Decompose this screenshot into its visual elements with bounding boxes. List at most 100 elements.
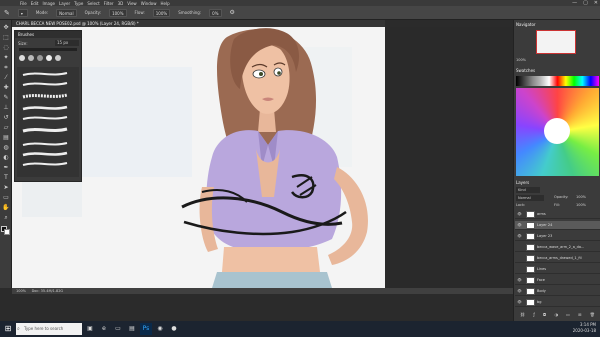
crop-tool-icon[interactable]: ⌗ [2, 64, 10, 72]
layer-row[interactable]: 👁 Body [515, 287, 600, 296]
layer-row[interactable]: 👁 Layer 23 [515, 232, 600, 241]
background-color-swatch[interactable] [4, 229, 10, 235]
visibility-eye-icon[interactable]: 👁 [517, 298, 522, 307]
menu-edit[interactable]: Edit [31, 1, 39, 6]
flow-input[interactable]: 100% [152, 8, 171, 17]
zoom-tool-icon[interactable]: ⌕ [2, 214, 10, 222]
new-layer-icon[interactable]: ⊞ [578, 312, 581, 319]
menu-image[interactable]: Image [42, 1, 55, 6]
file-explorer-icon[interactable]: ▭ [112, 323, 124, 335]
path-select-icon[interactable]: ➤ [2, 184, 10, 192]
marquee-tool-icon[interactable]: ⬚ [2, 34, 10, 42]
menu-layer[interactable]: Layer [59, 1, 70, 6]
photoshop-taskbar-icon[interactable]: Ps [140, 323, 152, 335]
menu-help[interactable]: Help [160, 1, 169, 6]
recent-brush-thumb[interactable] [28, 55, 34, 61]
store-icon[interactable]: ▤ [126, 323, 138, 335]
layers-title[interactable]: Layers [516, 180, 529, 186]
mask-icon[interactable]: ◘ [543, 312, 546, 319]
layer-row[interactable]: 👁 arms [515, 210, 600, 219]
hand-tool-icon[interactable]: ✋ [2, 204, 10, 212]
magic-wand-icon[interactable]: ✦ [2, 54, 10, 62]
navigator-preview[interactable] [536, 30, 576, 54]
layer-thumbnail[interactable] [526, 244, 535, 251]
swatches-grid[interactable] [516, 88, 599, 176]
menu-filter[interactable]: Filter [104, 1, 114, 6]
fx-icon[interactable]: ƒ [533, 312, 534, 319]
layer-filter-kind[interactable]: Kind [516, 187, 540, 193]
eyedropper-icon[interactable]: ⁄ [2, 74, 10, 82]
recent-brush-thumb[interactable] [19, 55, 25, 61]
link-layers-icon[interactable]: ⛓ [520, 312, 525, 319]
chrome-icon[interactable]: ◉ [154, 323, 166, 335]
gradient-tool-icon[interactable]: ▤ [2, 134, 10, 142]
layer-thumbnail[interactable] [526, 277, 535, 284]
visibility-eye-icon[interactable]: 👁 [517, 210, 522, 219]
layer-thumbnail[interactable] [526, 266, 535, 273]
layer-row[interactable]: becca_wave_arm_2_a_da... [515, 243, 600, 252]
layer-name[interactable]: Lines [537, 265, 546, 274]
recent-brush-thumb[interactable] [37, 55, 43, 61]
visibility-eye-icon[interactable]: 👁 [517, 221, 522, 230]
document-tab[interactable]: CHARL BECCA NEW POSE02.psd @ 100% (Layer… [12, 20, 385, 27]
swatches-row[interactable] [516, 76, 599, 86]
layer-row[interactable]: 👁 Layer 24 [515, 221, 600, 230]
menu-window[interactable]: Window [141, 1, 157, 6]
healing-brush-icon[interactable]: ✚ [2, 84, 10, 92]
opacity-input[interactable]: 100% [109, 8, 127, 17]
menu-select[interactable]: Select [87, 1, 99, 6]
adjustment-icon[interactable]: ◑ [554, 312, 558, 319]
navigator-title[interactable]: Navigator [516, 22, 536, 28]
obs-icon[interactable]: ● [168, 323, 180, 335]
visibility-eye-icon[interactable]: 👁 [517, 276, 522, 285]
layer-thumbnail[interactable] [526, 255, 535, 262]
layer-name[interactable]: Face [537, 276, 545, 285]
layer-blend-mode[interactable]: Normal [516, 195, 544, 201]
settings-gear-icon[interactable]: ⚙ [230, 9, 235, 16]
layer-fill-input[interactable]: 100% [576, 203, 586, 207]
layer-row[interactable]: becca_arms_drawed_1_fil [515, 254, 600, 263]
brush-size-slider[interactable] [19, 48, 77, 51]
layer-name[interactable]: Layer 24 [537, 221, 552, 230]
navigator-zoom[interactable]: 100% [516, 58, 526, 62]
layer-row[interactable]: 👁 bg [515, 298, 600, 307]
layer-thumbnail[interactable] [526, 299, 535, 306]
smoothing-input[interactable]: 0% [209, 8, 222, 17]
brush-tool-icon[interactable]: ✎ [2, 94, 10, 102]
visibility-eye-icon[interactable]: 👁 [517, 287, 522, 296]
menu-3d[interactable]: 3D [118, 1, 124, 6]
menu-type[interactable]: Type [74, 1, 83, 6]
eraser-tool-icon[interactable]: ▱ [2, 124, 10, 132]
layer-name[interactable]: Body [537, 287, 546, 296]
recent-brush-thumb[interactable] [55, 55, 61, 61]
windows-start-icon[interactable]: ⊞ [2, 323, 14, 335]
stamp-tool-icon[interactable]: ⊥ [2, 104, 10, 112]
menu-view[interactable]: View [127, 1, 137, 6]
brush-size-input[interactable]: 15 px [55, 40, 79, 46]
type-tool-icon[interactable]: T [2, 174, 10, 182]
layer-row[interactable]: 👁 Face [515, 276, 600, 285]
layer-name[interactable]: bg [537, 298, 541, 307]
brush-stroke-previews[interactable] [17, 67, 79, 177]
layer-row[interactable]: Lines [515, 265, 600, 274]
layer-thumbnail[interactable] [526, 211, 535, 218]
menu-file[interactable]: File [20, 1, 27, 6]
blur-tool-icon[interactable]: ◍ [2, 144, 10, 152]
history-brush-icon[interactable]: ↺ [2, 114, 10, 122]
shape-tool-icon[interactable]: ▭ [2, 194, 10, 202]
taskbar-search-box[interactable]: ⌕ Type here to search [16, 323, 82, 335]
layer-name[interactable]: arms [537, 210, 546, 219]
layer-opacity-input[interactable]: 100% [576, 195, 586, 199]
layer-name[interactable]: becca_arms_drawed_1_fil [537, 254, 582, 263]
pen-tool-icon[interactable]: ✒ [2, 164, 10, 172]
recent-brush-thumb[interactable] [46, 55, 52, 61]
clock-date[interactable]: 2020-03-18 [573, 328, 596, 334]
layer-name[interactable]: Layer 23 [537, 232, 552, 241]
swatches-title[interactable]: Swatches [516, 68, 535, 74]
mode-select[interactable]: Normal [56, 8, 77, 17]
layer-thumbnail[interactable] [526, 233, 535, 240]
brush-tool-icon[interactable]: ✎ [4, 9, 10, 17]
dodge-tool-icon[interactable]: ◐ [2, 154, 10, 162]
edge-browser-icon[interactable]: e [98, 323, 110, 335]
brush-preset-picker[interactable]: ▾ [17, 8, 28, 17]
